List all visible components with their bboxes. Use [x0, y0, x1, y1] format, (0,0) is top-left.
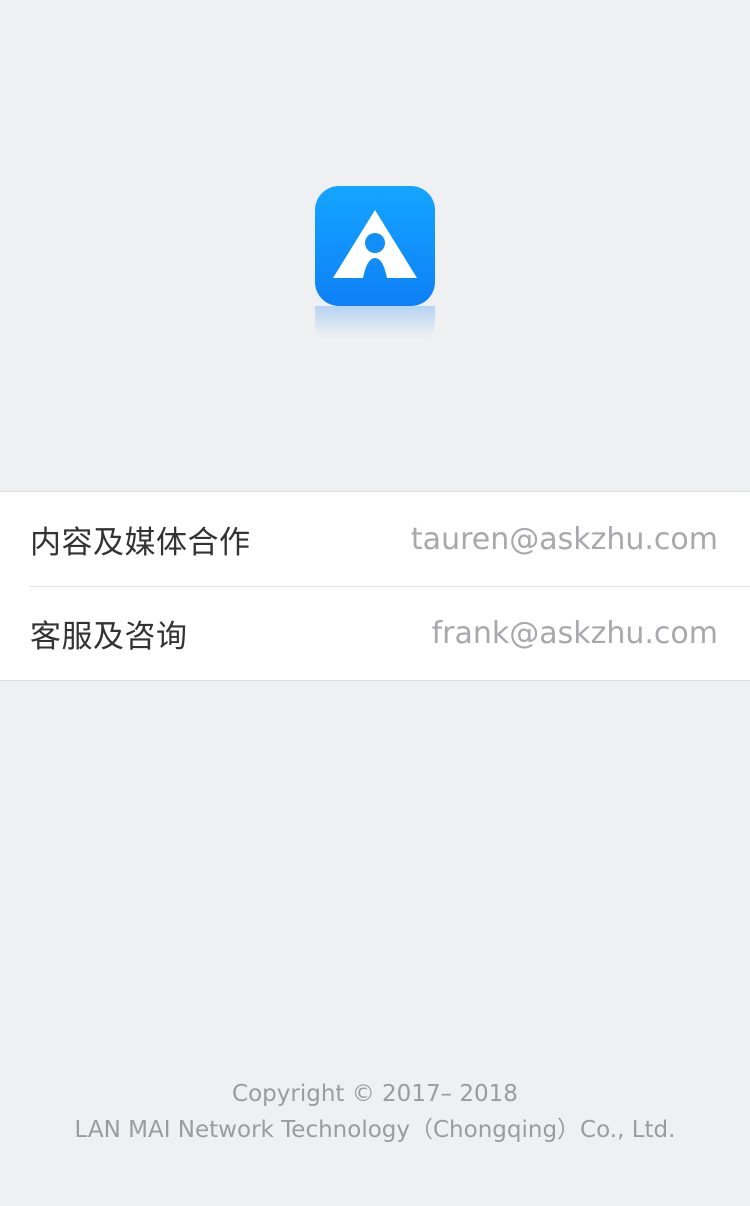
about-page: 内容及媒体合作 tauren@askzhu.com 客服及咨询 frank@as… [0, 0, 750, 1206]
logo-area [315, 186, 435, 346]
footer: Copyright © 2017– 2018 LAN MAI Network T… [0, 1076, 750, 1148]
contact-list: 内容及媒体合作 tauren@askzhu.com 客服及咨询 frank@as… [0, 491, 750, 681]
copyright-text: Copyright © 2017– 2018 [232, 1081, 518, 1107]
contact-label: 内容及媒体合作 [30, 524, 251, 561]
contact-email[interactable]: frank@askzhu.com [432, 616, 718, 651]
contact-email[interactable]: tauren@askzhu.com [411, 522, 718, 557]
contact-label: 客服及咨询 [30, 618, 188, 655]
contact-row-media[interactable]: 内容及媒体合作 tauren@askzhu.com [0, 492, 750, 586]
contact-row-support[interactable]: 客服及咨询 frank@askzhu.com [0, 586, 750, 680]
company-name: LAN MAI Network Technology（Chongqing）Co.… [74, 1117, 676, 1143]
app-logo-icon [315, 186, 435, 306]
logo-reflection [315, 306, 435, 346]
